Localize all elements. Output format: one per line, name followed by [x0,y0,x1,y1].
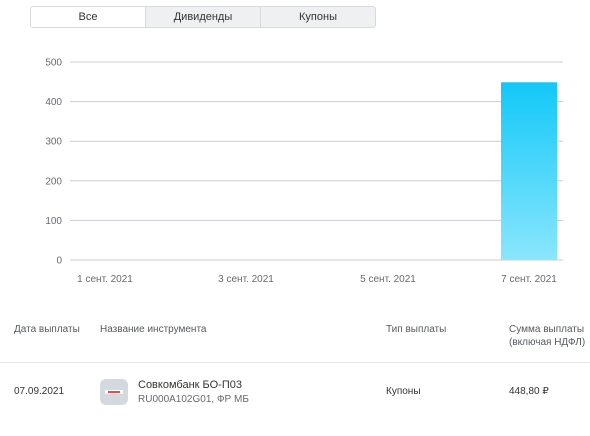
y-tick-label: 0 [56,256,62,267]
tab-dividends[interactable]: Дивиденды [145,7,260,27]
y-tick-label: 200 [45,176,62,187]
y-tick-label: 500 [45,58,62,69]
y-tick-label: 100 [45,216,62,227]
sovcombank-logo-icon [100,379,128,405]
table-row[interactable]: 07.09.2021 Совкомбанк БО-П03 RU000A102G0… [0,368,590,414]
header-type: Тип выплаты [386,324,447,335]
header-date: Дата выплаты [14,324,80,335]
table-header: Дата выплаты Название инструмента Тип вы… [0,322,590,363]
tab-all[interactable]: Все [31,7,145,27]
x-tick-label: 5 сент. 2021 [360,274,416,285]
tab-coupons[interactable]: Купоны [260,7,375,27]
payments-bar-chart: 0 100 200 300 400 500 1 сент. 2021 3 сент. 2021… [45,58,563,285]
x-tick-label: 7 сент. 2021 [501,274,557,285]
instrument-name[interactable]: Совкомбанк БО-П03 [138,379,242,391]
payment-type-tabs: Все Дивиденды Купоны [30,6,376,28]
y-tick-label: 300 [45,137,62,148]
header-instrument: Название инструмента [100,324,207,335]
x-tick-label: 3 сент. 2021 [218,274,274,285]
x-tick-label: 1 сент. 2021 [77,274,133,285]
y-tick-label: 400 [45,97,62,108]
row-payment-type: Купоны [386,386,421,397]
bar[interactable] [501,82,557,260]
row-date: 07.09.2021 [14,386,65,397]
header-amount: Сумма выплаты (включая НДФЛ) [509,324,586,348]
row-amount: 448,80 ₽ [509,386,549,397]
instrument-isin: RU000A102G01, ФР МБ [138,394,249,405]
